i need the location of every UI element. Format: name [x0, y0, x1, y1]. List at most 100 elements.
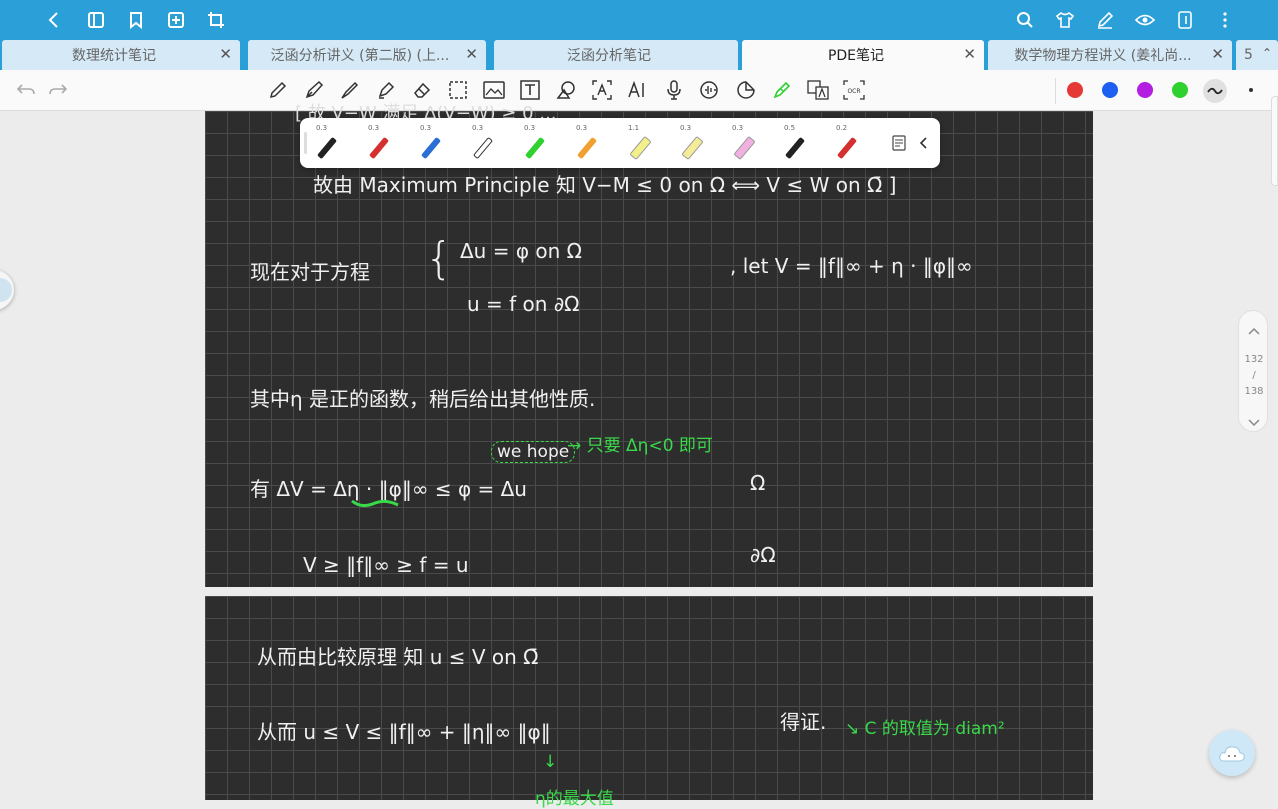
highlighter-icon [681, 135, 704, 161]
note-page-1[interactable]: [ 故 V−W 满足 Δ(V−W) ≥ 0 ... 故由 Maximum Pri… [205, 103, 1093, 587]
pen-preset-black-2[interactable]: 0.5 [780, 124, 820, 164]
tab-fanhan-jiangyi[interactable]: 泛函分析讲义 (第二版) (上... ✕ [248, 40, 486, 70]
eye-icon[interactable] [1133, 8, 1157, 32]
pencil-icon[interactable] [266, 78, 290, 102]
shirt-icon[interactable] [1053, 8, 1077, 32]
translate-icon[interactable] [806, 78, 830, 102]
shape-icon[interactable] [554, 78, 578, 102]
color-swatch-red[interactable] [1067, 82, 1083, 98]
tab-shuli-tongji[interactable]: 数理统计笔记 ✕ [2, 40, 240, 70]
pen-size-label: 0.3 [472, 124, 484, 132]
current-page: 132 [1244, 354, 1264, 365]
stroke-style-button[interactable] [1203, 79, 1227, 103]
highlighter-icon [629, 135, 652, 161]
color-swatch-green[interactable] [1172, 82, 1188, 98]
green-underline [351, 499, 399, 508]
color-swatch-blue[interactable] [1102, 82, 1118, 98]
pen-icon [524, 136, 546, 160]
page-counter[interactable]: 132 / 138 [1239, 352, 1269, 400]
down-arrow-note: ↓ [543, 752, 558, 772]
tab-shuxue-wuli[interactable]: 数学物理方程讲义 (姜礼尚... ✕ [988, 40, 1232, 70]
pen-preset-red[interactable]: 0.3 [364, 124, 404, 164]
tab-fanhan-biji[interactable]: 泛函分析笔记 [494, 40, 738, 70]
pen-preset-black[interactable]: 0.3 [312, 124, 352, 164]
eta-max-note: η的最大值 [535, 789, 614, 809]
ai-icon[interactable] [626, 78, 650, 102]
pen-icon [368, 136, 390, 160]
chevron-up-icon[interactable]: ⌃ [1262, 46, 1272, 60]
drawing-toolbar: OCR [0, 70, 1278, 111]
highlighter-icon [733, 135, 756, 161]
right-scroll-handle[interactable] [1271, 96, 1278, 186]
pen-edit-icon[interactable] [1093, 8, 1117, 32]
undo-icon[interactable] [14, 78, 38, 102]
note-omega-2: ∂Ω [750, 543, 776, 567]
svg-text:OCR: OCR [847, 88, 860, 95]
tab-more[interactable]: 5 ⌃ [1236, 40, 1278, 70]
more-dot-icon[interactable] [1249, 88, 1253, 92]
highlighter-preset-pale-yellow[interactable]: 0.3 [676, 124, 716, 164]
note-eta-desc: 其中η 是正的函数，稍后给出其他性质. [250, 387, 596, 411]
pen-size-label: 0.3 [576, 124, 588, 132]
text-recognition-icon[interactable] [590, 78, 614, 102]
note-eq-bottom: u = f on ∂Ω [467, 292, 580, 316]
pen-size-label: 0.3 [524, 124, 536, 132]
pen-preset-green[interactable]: 0.3 [520, 124, 560, 164]
search-icon[interactable] [1013, 8, 1037, 32]
highlighter-preset-yellow[interactable]: 1.1 [624, 124, 664, 164]
highlighter-preset-pink[interactable]: 0.3 [728, 124, 768, 164]
pen-size-label: 1.1 [628, 124, 640, 132]
pen-size-label: 0.3 [316, 124, 328, 132]
tab-strip: 数理统计笔记 ✕ 泛函分析讲义 (第二版) (上... ✕ 泛函分析笔记 PDE… [0, 40, 1278, 70]
add-page-icon[interactable] [164, 8, 188, 32]
drag-handle[interactable] [304, 132, 307, 154]
back-icon[interactable] [42, 8, 66, 32]
we-hope-label: we hope [491, 441, 576, 463]
more-icon[interactable] [1213, 8, 1237, 32]
audio-record-icon[interactable] [698, 78, 722, 102]
note-page-2[interactable]: 从而由比较原理 知 u ≤ V on Ω̄ 从而 u ≤ V ≤ ‖f‖∞ + … [205, 596, 1093, 809]
pen-size-label: 0.2 [836, 124, 848, 132]
book-icon[interactable] [84, 8, 108, 32]
chevron-down-icon[interactable] [1247, 413, 1261, 432]
pen-preset-white[interactable]: 0.3 [468, 124, 508, 164]
top-app-bar [0, 0, 1278, 40]
pen-icon [420, 136, 442, 160]
close-icon[interactable]: ✕ [963, 45, 976, 63]
assistant-avatar-button[interactable] [0, 270, 14, 310]
crop-icon[interactable] [204, 8, 228, 32]
collapse-chevron-icon[interactable] [918, 135, 930, 151]
close-icon[interactable]: ✕ [219, 45, 232, 63]
bookmark-icon[interactable] [124, 8, 148, 32]
c-note: ↘ C 的取值为 diam² [845, 719, 1005, 739]
pen-icon [836, 136, 858, 160]
pen-preset-orange[interactable]: 0.3 [572, 124, 612, 164]
pen-preset-red-2[interactable]: 0.2 [832, 124, 872, 164]
microphone-icon[interactable] [662, 78, 686, 102]
close-icon[interactable]: ✕ [465, 45, 478, 63]
color-swatch-purple[interactable] [1137, 82, 1153, 98]
page-separator: / [1252, 370, 1256, 381]
laser-pen-icon[interactable] [770, 78, 794, 102]
tab-title: 数理统计笔记 [72, 48, 156, 64]
pen-preset-blue[interactable]: 0.3 [416, 124, 456, 164]
ocr-icon[interactable]: OCR [842, 78, 866, 102]
tab-pde-biji[interactable]: PDE笔记 ✕ [742, 40, 984, 70]
chevron-up-icon[interactable] [1247, 321, 1261, 340]
note-proved: 得证. [780, 710, 827, 734]
tab-title: 泛函分析笔记 [567, 48, 651, 64]
tablet-icon[interactable] [1173, 8, 1197, 32]
pen-presets-popup: 0.3 0.3 0.3 0.3 0.3 0.3 1.1 0.3 0.3 0.5 … [300, 118, 940, 168]
note-eq-top: Δu = φ on Ω [460, 239, 582, 263]
tab-title: 泛函分析讲义 (第二版) (上... [270, 48, 450, 64]
cloud-assistant-button[interactable] [1209, 730, 1255, 776]
note-line-maximum-principle: 故由 Maximum Principle 知 V−M ≤ 0 on Ω ⟺ V … [313, 173, 897, 197]
close-icon[interactable]: ✕ [1211, 45, 1224, 63]
sticker-icon[interactable] [734, 78, 758, 102]
pen-list-icon[interactable] [892, 135, 906, 151]
redo-icon[interactable] [46, 78, 70, 102]
note-omega-1: Ω [750, 471, 766, 495]
page-navigator: 132 / 138 [1238, 310, 1268, 432]
note-let: , let V = ‖f‖∞ + η · ‖φ‖∞ [730, 254, 973, 278]
pen-size-label: 0.3 [368, 124, 380, 132]
